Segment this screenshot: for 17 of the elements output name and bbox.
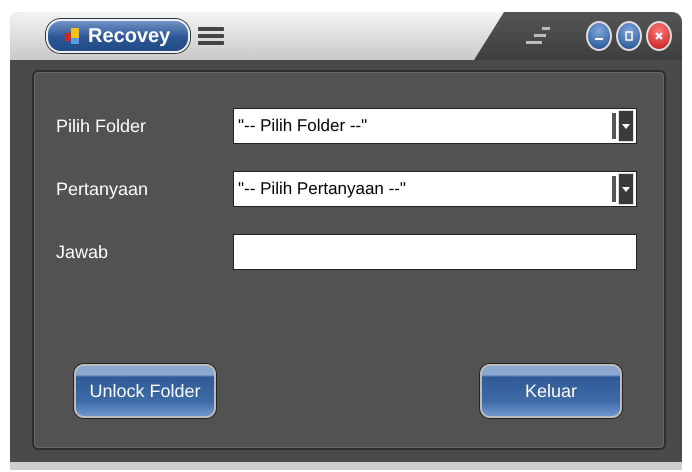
field-label: Pilih Folder [56,116,148,136]
menu-icon[interactable] [198,26,224,46]
action-button[interactable]: Keluar [480,364,622,418]
window-title: Recovey [46,19,190,53]
maximize-button[interactable] [616,21,642,51]
field-label: Pertanyaan [56,178,150,200]
dropdown-field[interactable]: "-- Pilih Folder --" [233,108,637,144]
field-label: Jawab [56,242,110,262]
maximize-icon[interactable] [624,31,634,41]
minimize-button[interactable] [586,21,612,51]
dropdown-field[interactable]: "-- Pilih Pertanyaan --" [233,171,637,207]
grip-lines-icon [524,25,552,47]
app-blocks-icon [64,27,82,45]
close-button[interactable] [646,21,672,51]
close-icon[interactable] [654,31,664,41]
answer-field[interactable] [233,234,637,270]
action-button[interactable]: Unlock Folder [74,364,216,418]
